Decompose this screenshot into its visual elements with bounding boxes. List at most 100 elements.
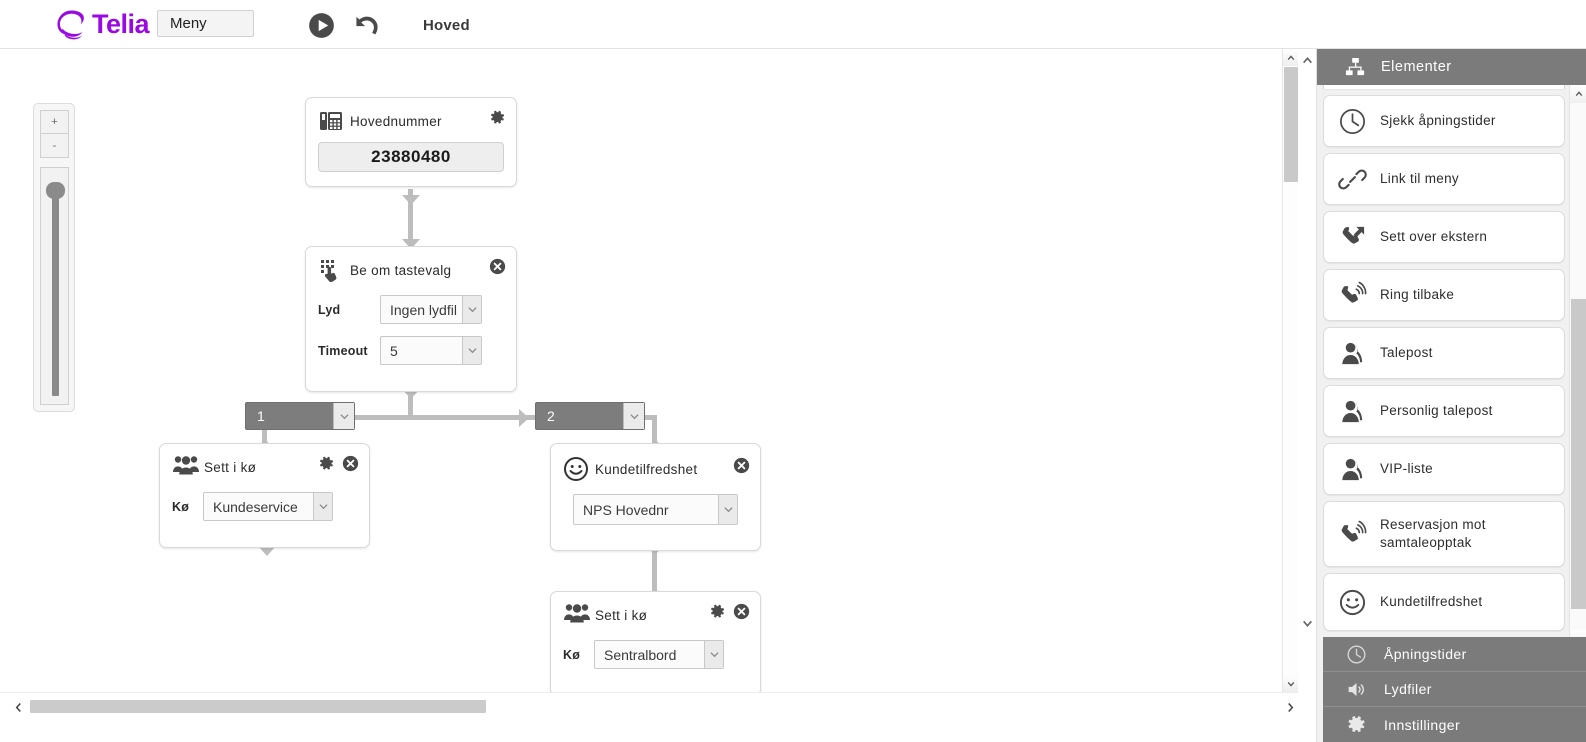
bottom-menu-item-apningstider[interactable]: Åpningstider	[1323, 637, 1586, 672]
zoom-slider-track[interactable]	[40, 167, 69, 405]
close-circle-icon[interactable]	[733, 603, 750, 620]
phone-forward-icon	[1336, 221, 1368, 253]
gear-icon[interactable]	[318, 455, 335, 472]
sidebar-item-talepost[interactable]: Talepost	[1323, 327, 1565, 379]
clock-icon	[1345, 643, 1367, 665]
sidebar-item-label: Personlig talepost	[1380, 403, 1493, 418]
smiley-icon	[563, 456, 589, 482]
close-circle-icon[interactable]	[342, 455, 359, 472]
clock-icon	[1336, 105, 1368, 137]
field-lyd: Lyd Ingen lydfil	[318, 295, 516, 324]
lyd-select[interactable]: Ingen lydfil	[380, 295, 482, 324]
node-hovednummer[interactable]: Hovednummer 23880480	[305, 97, 517, 187]
sidebar-item-sjekk-apningstider[interactable]: Sjekk åpningstider	[1323, 95, 1565, 147]
telia-mark-icon	[55, 8, 88, 41]
chevron-down-icon	[704, 641, 723, 668]
sidebar-item-reservasjon-mot-samtaleopptak[interactable]: Reservasjon mot samtaleopptak	[1323, 501, 1565, 567]
sidebar-scroll-thumb[interactable]	[1571, 299, 1586, 609]
field-timeout: Timeout 5	[318, 336, 516, 365]
scroll-up-icon[interactable]	[1570, 85, 1586, 103]
chevron-down-icon	[718, 495, 737, 524]
ko-select-1-value: Kundeservice	[213, 498, 298, 515]
ko-select-1[interactable]: Kundeservice	[203, 492, 333, 521]
node-sett-i-ko-2[interactable]: Sett i kø Kø Sentralbord	[550, 591, 761, 696]
zoom-control[interactable]: + -	[33, 103, 75, 412]
telia-logo: Telia	[55, 8, 150, 41]
application-root: Telia Meny Hoved + - Hovednummer 2388048…	[0, 0, 1586, 742]
node-sett-i-ko-1[interactable]: Sett i kø Kø Kundeservice	[159, 443, 370, 548]
close-circle-icon[interactable]	[733, 457, 750, 474]
zoom-in-button[interactable]: +	[41, 111, 68, 134]
node-header: Hovednummer	[306, 98, 516, 134]
gear-icon[interactable]	[709, 603, 726, 620]
field-label: Timeout	[318, 343, 368, 358]
timeout-select[interactable]: 5	[380, 336, 482, 365]
field-label: Kø	[563, 647, 581, 662]
branch-select-2-value: 2	[547, 408, 555, 424]
node-kundetilfredshet[interactable]: Kundetilfredshet NPS Hovednr	[550, 443, 761, 551]
sidebar-item-sett-over-ekstern[interactable]: Sett over ekstern	[1323, 211, 1565, 263]
sidebar-item-label: Ring tilbake	[1380, 287, 1455, 302]
elements-sidebar: Elementer Sjekk åpningstider Link til me…	[1316, 49, 1586, 742]
node-actions	[733, 457, 750, 474]
sidebar-item-kundetilfredshet[interactable]: Kundetilfredshet	[1323, 573, 1565, 631]
play-icon[interactable]	[308, 12, 335, 39]
bottom-menu-item-innstillinger[interactable]: Innstillinger	[1323, 707, 1586, 742]
flow-canvas[interactable]: + - Hovednummer 23880480 Be om tastevalg…	[0, 49, 1298, 717]
close-circle-icon[interactable]	[489, 258, 506, 275]
sidebar-item-label: Talepost	[1380, 345, 1433, 360]
zoom-slider-thumb[interactable]	[46, 182, 65, 199]
nps-select-value: NPS Hovednr	[583, 501, 669, 518]
branch-select-2[interactable]: 2	[535, 402, 645, 430]
canvas-vscroll-thumb[interactable]	[1284, 67, 1298, 182]
zoom-out-button[interactable]: -	[41, 134, 68, 157]
sidebar-item-label: Sett over ekstern	[1380, 229, 1488, 244]
node-header: Kundetilfredshet	[551, 444, 760, 482]
phone-number-field[interactable]: 23880480	[318, 142, 504, 172]
flow-canvas-inner: + - Hovednummer 23880480 Be om tastevalg…	[0, 49, 1298, 717]
nps-select[interactable]: NPS Hovednr	[573, 494, 738, 525]
meny-button[interactable]: Meny	[157, 10, 254, 37]
node-be-om-tastevalg[interactable]: Be om tastevalg Lyd Ingen lydfil Timeout…	[305, 246, 517, 392]
bottom-menu-item-lydfiler[interactable]: Lydfiler	[1323, 672, 1586, 707]
page-scroll-up-icon[interactable]	[1300, 53, 1314, 67]
field-label: Lyd	[318, 302, 341, 317]
sidebar-item-list: Sjekk åpningstider Link til meny Sett ov…	[1317, 85, 1586, 648]
sitemap-icon	[1345, 57, 1366, 78]
node-title: Be om tastevalg	[350, 262, 452, 278]
field-ko: Kø Sentralbord	[563, 640, 760, 669]
sidebar-item-personlig-talepost[interactable]: Personlig talepost	[1323, 385, 1565, 437]
speaker-icon	[1345, 678, 1367, 700]
chevron-down-icon	[313, 493, 332, 520]
group-people-icon	[563, 602, 590, 628]
page-scroll-down-icon[interactable]	[1300, 616, 1314, 630]
gear-icon[interactable]	[489, 109, 506, 126]
sidebar-scrollbar[interactable]	[1569, 85, 1586, 648]
canvas-hscroll-thumb[interactable]	[30, 700, 486, 713]
ko-select-2[interactable]: Sentralbord	[594, 640, 724, 669]
sidebar-item-link-til-meny[interactable]: Link til meny	[1323, 153, 1565, 205]
zoom-slider-bar	[52, 186, 59, 396]
branch-select-1-value: 1	[257, 408, 265, 424]
canvas-vertical-scrollbar[interactable]	[1282, 49, 1298, 717]
page-title: Hoved	[423, 17, 470, 34]
sidebar-item-partial[interactable]	[1323, 85, 1565, 89]
sidebar-item-vip-liste[interactable]: VIP-liste	[1323, 443, 1565, 495]
scroll-left-icon[interactable]	[9, 698, 27, 716]
node-actions	[709, 603, 750, 620]
scroll-up-icon[interactable]	[1283, 49, 1298, 66]
group-people-icon	[172, 454, 199, 480]
node-title: Hovednummer	[350, 113, 442, 129]
person-icon	[1336, 453, 1368, 485]
sidebar-item-ring-tilbake[interactable]: Ring tilbake	[1323, 269, 1565, 321]
undo-icon[interactable]	[349, 10, 380, 40]
branch-select-1[interactable]: 1	[245, 402, 355, 430]
sidebar-header: Elementer	[1317, 49, 1586, 85]
scroll-right-icon[interactable]	[1281, 698, 1298, 716]
scroll-down-icon[interactable]	[1283, 675, 1298, 692]
canvas-horizontal-scrollbar[interactable]	[0, 692, 1298, 717]
node-actions	[489, 109, 506, 126]
connector-arrow	[519, 409, 529, 427]
top-toolbar: Telia Meny Hoved	[0, 0, 1586, 49]
sidebar-item-label: Sjekk åpningstider	[1380, 113, 1496, 128]
